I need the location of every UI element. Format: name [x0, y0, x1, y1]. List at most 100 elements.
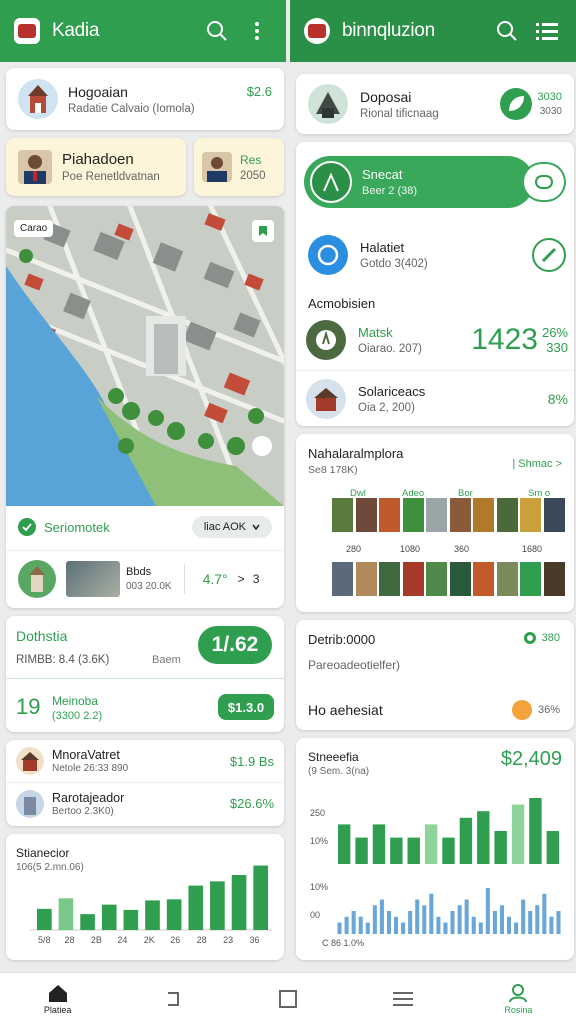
- list-item[interactable]: Res 2050: [194, 138, 284, 196]
- chart-bar: [507, 916, 512, 934]
- chart-bar: [379, 899, 384, 934]
- gallery-thumb[interactable]: [426, 498, 447, 532]
- stats-pill-2[interactable]: $1.3.0: [218, 694, 274, 720]
- chart-bar: [372, 905, 377, 934]
- x-tick-label: 28: [64, 935, 74, 945]
- nav-back[interactable]: [133, 991, 213, 1007]
- chart-bar: [443, 922, 448, 934]
- gallery-thumb[interactable]: [449, 562, 471, 596]
- chart-bar: [253, 865, 268, 930]
- chart-bar: [338, 824, 351, 864]
- chart-bar: [429, 893, 434, 934]
- map-view[interactable]: Carao: [6, 206, 284, 506]
- nav-menu[interactable]: [363, 991, 443, 1007]
- location-label: Bbds: [126, 565, 152, 578]
- right-panel: binnqluzion Doposai Rional tificnaag 303…: [290, 0, 576, 972]
- gallery-thumb[interactable]: [402, 498, 424, 532]
- chart-bar: [546, 831, 559, 864]
- chart-bar: [58, 898, 74, 930]
- chart-bar: [542, 893, 547, 934]
- chart-bar: [415, 899, 420, 934]
- more-vert-icon[interactable]: [242, 16, 272, 46]
- chart-bar: [407, 837, 420, 864]
- gallery-thumb[interactable]: [496, 562, 518, 596]
- list-item[interactable]: Piahadoen Poe Renetldvatnan: [6, 138, 186, 196]
- list-item[interactable]: Solariceacs Oia 2, 200) 8%: [306, 376, 568, 422]
- map-filter-dropdown[interactable]: liac AOK: [191, 516, 272, 538]
- nav-profile[interactable]: Rosina: [478, 983, 558, 1015]
- detail-title: Detrib:0000: [308, 632, 376, 647]
- gallery-thumb[interactable]: [379, 498, 400, 532]
- chart-bar: [101, 904, 117, 930]
- gallery-link[interactable]: | Shmac >: [512, 458, 562, 470]
- place-thumb: [306, 320, 346, 360]
- list-item[interactable]: Hogoaian Radatie Calvaio (Iomola) $2.6: [6, 68, 284, 130]
- gallery-thumb[interactable]: [402, 562, 424, 596]
- search-icon[interactable]: [492, 16, 522, 46]
- item-value: $26.6%: [229, 796, 274, 811]
- list-item[interactable]: Matsk Oiarao. 207) 1423 26% 330: [306, 316, 568, 364]
- gallery-thumb[interactable]: [426, 562, 447, 596]
- stats-pill[interactable]: 1/.62: [198, 626, 272, 664]
- gallery-thumb[interactable]: [449, 498, 471, 532]
- toggle-knob[interactable]: [524, 164, 564, 200]
- gallery-thumb[interactable]: [473, 498, 494, 532]
- chart-bar: [450, 911, 455, 934]
- gallery-row-label: 280: [346, 544, 362, 554]
- nav-label: Rosina: [504, 1004, 533, 1015]
- chevron-right-icon[interactable]: >: [238, 572, 245, 586]
- list-item[interactable]: MnoraVatret Netole 26:33 890 $1.9 Bs: [6, 740, 284, 782]
- gallery-title: Nahalaralmplora: [308, 446, 404, 461]
- nav-home[interactable]: Platiea: [18, 983, 98, 1015]
- gallery-thumb[interactable]: [379, 562, 400, 596]
- search-icon[interactable]: [202, 16, 232, 46]
- nav-square[interactable]: [248, 989, 328, 1008]
- toggle-row[interactable]: Snecat Beer 2 (38): [304, 156, 534, 208]
- crest-logo: [304, 18, 330, 44]
- gallery-thumb[interactable]: [355, 562, 377, 596]
- gallery-thumb[interactable]: [473, 562, 494, 596]
- chart-card-right: Stneeefia (9 Sem. 3(na) $2,409 250 10% 1…: [296, 738, 574, 960]
- gallery-thumb[interactable]: [332, 498, 353, 532]
- list-item[interactable]: Halatiet Gotdo 3(402): [308, 230, 566, 280]
- item-name: Halatiet: [360, 240, 405, 255]
- item-name: MnoraVatret: [52, 748, 120, 762]
- chart-bar: [499, 905, 504, 934]
- left-app-title: Kadia: [52, 20, 100, 41]
- map-badge[interactable]: Carao: [14, 220, 54, 237]
- bookmark-icon[interactable]: [252, 220, 274, 242]
- gallery-thumb[interactable]: [332, 562, 353, 596]
- nav-label: Platiea: [43, 1004, 72, 1015]
- x-tick-label: 2K: [144, 935, 155, 945]
- gallery-thumb[interactable]: [520, 498, 541, 532]
- gallery-thumb[interactable]: [543, 498, 565, 532]
- map-location-row[interactable]: Bbds 003 20.0K 4.7° > 3: [6, 550, 284, 606]
- item-name: Doposai: [360, 88, 412, 105]
- item-sub: Poe Renetldvatnan: [62, 171, 160, 183]
- gallery-thumb[interactable]: [496, 498, 518, 532]
- compass-icon[interactable]: [532, 238, 566, 272]
- chart-bar: [394, 916, 399, 934]
- item-sub: Oia 2, 200): [358, 402, 415, 414]
- section-title: Acmobisien: [308, 296, 376, 311]
- toggle-sub: Beer 2 (38): [362, 185, 418, 197]
- portrait-thumb: [202, 152, 232, 182]
- chart-bar: [401, 922, 406, 934]
- gallery-thumb[interactable]: [520, 562, 541, 596]
- gallery-thumb[interactable]: [355, 498, 377, 532]
- left-app-bar: Kadia: [0, 0, 286, 62]
- stats-title: Dothstia: [16, 628, 68, 644]
- list-item[interactable]: Rarotajeador Bertoo 2.3K0) $26.6%: [6, 782, 284, 824]
- detail-card: Detrib:0000 380 Pareoadeotielfer) Ho aeh…: [296, 620, 574, 730]
- chart-bar: [485, 888, 490, 934]
- location-photo: [66, 560, 120, 597]
- percent-bottom: 330: [546, 340, 568, 355]
- big-number: 1423: [471, 323, 538, 356]
- gallery-thumb[interactable]: [543, 562, 565, 596]
- toggle-name: Snecat: [362, 167, 403, 182]
- list-item[interactable]: Doposai Rional tificnaag 3030 3030: [296, 74, 574, 134]
- detail-badge: 380: [523, 632, 560, 644]
- right-app-title: binnqluzion: [342, 20, 435, 41]
- chart-bar: [37, 908, 52, 930]
- list-menu-icon[interactable]: [532, 16, 562, 46]
